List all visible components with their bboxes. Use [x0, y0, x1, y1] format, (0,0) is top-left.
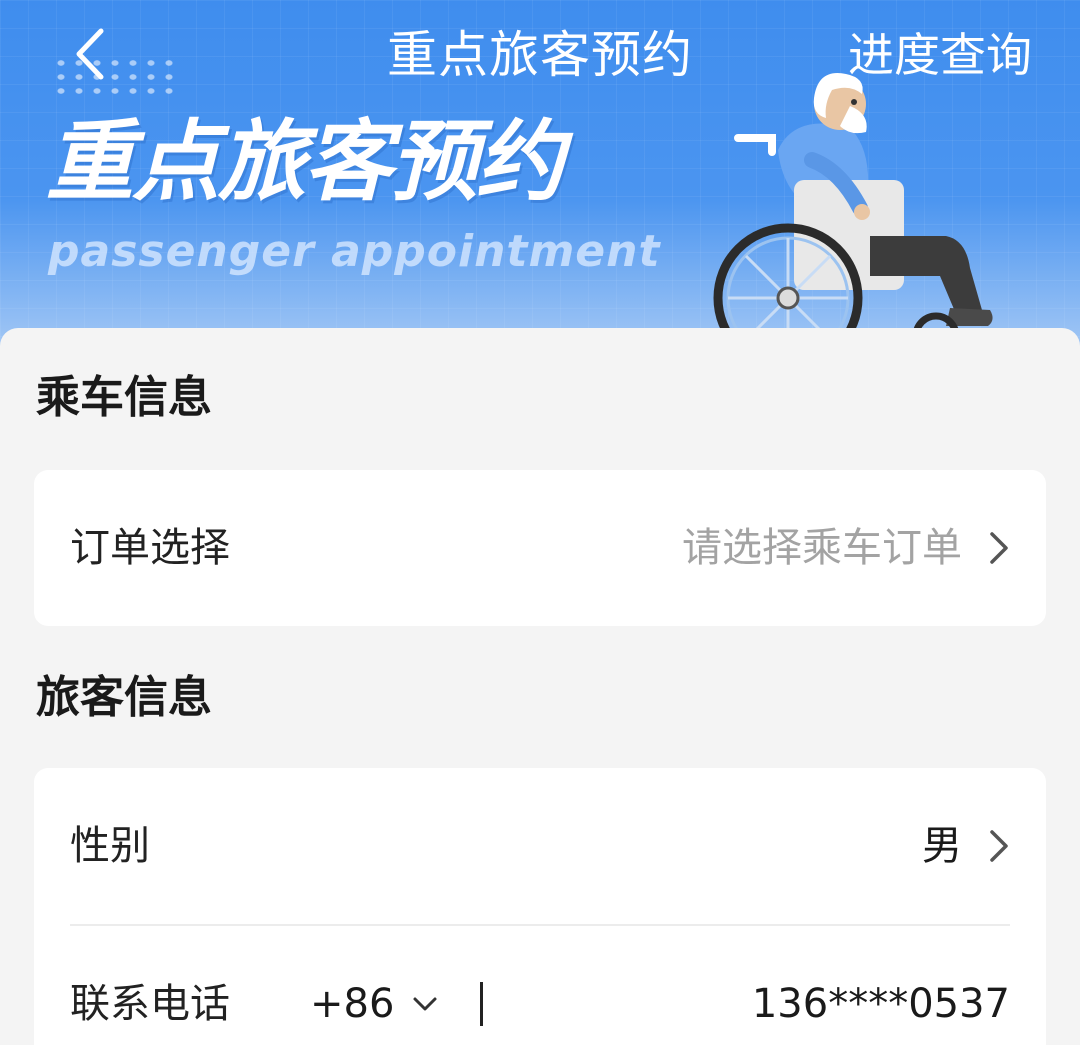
chevron-right-icon — [990, 830, 1008, 862]
order-select-row[interactable]: 订单选择 请选择乘车订单 — [34, 470, 1046, 626]
header-banner: 重点旅客预约 进度查询 重点旅客预约 passenger appointment — [0, 0, 1080, 360]
ride-info-card: 订单选择 请选择乘车订单 — [34, 470, 1046, 626]
phone-input[interactable]: 136****0537 — [752, 976, 1010, 1032]
passenger-info-title: 旅客信息 — [36, 672, 212, 723]
order-select-control[interactable]: 请选择乘车订单 — [682, 520, 1010, 576]
text-cursor — [480, 982, 484, 1026]
phone-label: 联系电话 — [70, 981, 230, 1027]
chevron-down-icon — [413, 997, 437, 1011]
country-code-value: +86 — [310, 981, 395, 1027]
phone-row: 联系电话 +86 136****0537 — [34, 926, 1046, 1045]
hero-title: 重点旅客预约 — [46, 110, 564, 213]
gender-label: 性别 — [70, 823, 150, 869]
order-select-label: 订单选择 — [70, 525, 230, 571]
gender-row[interactable]: 性别 男 — [34, 768, 1046, 924]
gender-select[interactable]: 男 — [922, 818, 1010, 874]
content-panel: 乘车信息 订单选择 请选择乘车订单 旅客信息 性别 男 联系电话 +86 136… — [0, 328, 1080, 1045]
passenger-info-card: 性别 男 联系电话 +86 136****0537 — [34, 768, 1046, 1045]
wheelchair-passenger-illustration — [713, 73, 993, 350]
chevron-right-icon — [990, 532, 1008, 564]
screen: 重点旅客预约 进度查询 重点旅客预约 passenger appointment — [0, 0, 1080, 1045]
order-select-placeholder: 请选择乘车订单 — [682, 525, 962, 571]
gender-value: 男 — [922, 823, 962, 869]
hero-subtitle: passenger appointment — [48, 226, 661, 277]
country-code-select[interactable]: +86 — [310, 976, 438, 1032]
ride-info-title: 乘车信息 — [36, 372, 212, 423]
